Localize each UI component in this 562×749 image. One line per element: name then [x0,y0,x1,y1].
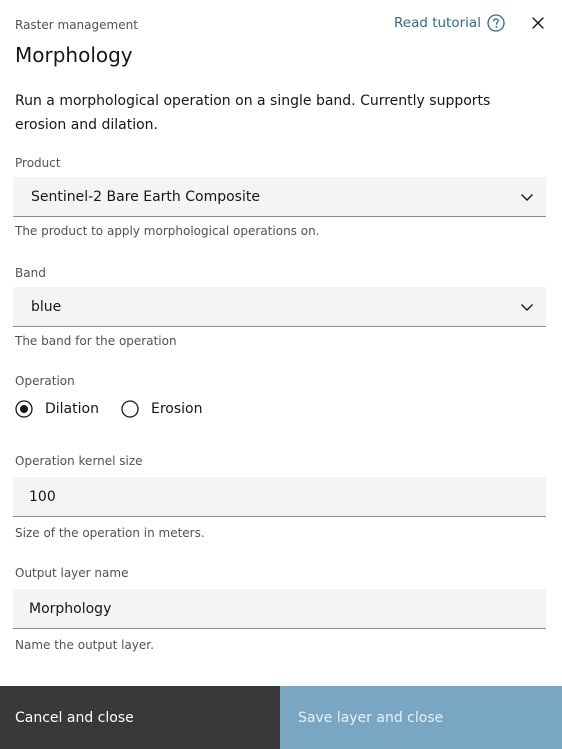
radio-dilation[interactable]: Dilation [15,399,99,419]
output-layer-label: Output layer name [15,566,129,580]
read-tutorial-link[interactable]: Read tutorial [394,13,505,33]
kernel-size-input[interactable]: 100 [13,477,546,517]
output-layer-input[interactable]: Morphology [13,589,546,629]
product-select[interactable]: Sentinel-2 Bare Earth Composite [13,177,546,217]
panel-description: Run a morphological operation on a singl… [15,93,491,133]
output-layer-value: Morphology [29,600,112,617]
cancel-button[interactable]: Cancel and close [0,686,280,749]
kernel-size-label: Operation kernel size [15,454,143,468]
panel-footer: Cancel and close Save layer and close [0,686,562,749]
product-label: Product [15,156,61,170]
radio-erosion-label: Erosion [150,401,203,417]
panel-eyebrow: Raster management [15,18,138,32]
morphology-panel: Raster management Morphology Read tutori… [0,0,562,749]
save-layer-button[interactable]: Save layer and close [280,686,562,749]
chevron-down-icon [521,304,533,311]
radio-selected-icon [15,400,33,418]
chevron-down-icon [521,194,533,201]
band-helper-text: The band for the operation [15,334,177,348]
panel-title: Morphology [15,43,133,67]
product-helper-text: The product to apply morphological opera… [15,224,320,238]
read-tutorial-label: Read tutorial [394,15,481,31]
close-icon[interactable] [529,14,547,32]
product-select-value: Sentinel-2 Bare Earth Composite [31,188,260,205]
output-layer-helper-text: Name the output layer. [15,638,154,652]
radio-dilation-label: Dilation [45,401,99,417]
kernel-size-helper-text: Size of the operation in meters. [15,526,205,540]
band-select[interactable]: blue [13,287,546,327]
radio-erosion[interactable]: Erosion [121,399,202,419]
operation-radio-group: Dilation Erosion [15,398,202,420]
help-icon [487,14,505,32]
operation-label: Operation [15,374,75,388]
band-label: Band [15,266,46,280]
radio-unselected-icon [121,400,139,418]
band-select-value: blue [31,298,62,315]
kernel-size-value: 100 [29,488,56,505]
